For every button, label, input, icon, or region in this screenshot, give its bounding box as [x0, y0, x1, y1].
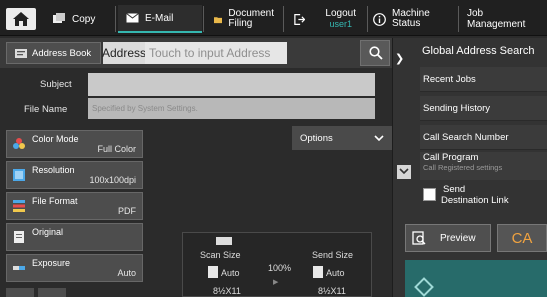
scroll-tab[interactable]: [6, 288, 34, 297]
address-book-icon: [15, 48, 27, 58]
machine-status-button[interactable]: Machine Status: [369, 5, 455, 33]
send-destination-link-label: Send Destination Link: [441, 184, 509, 206]
recent-jobs-item[interactable]: Recent Jobs: [420, 67, 547, 92]
subject-field[interactable]: [88, 73, 375, 96]
original-button[interactable]: Original: [6, 223, 143, 251]
home-icon: [13, 12, 29, 26]
send-destination-line-2: Destination Link: [441, 195, 509, 206]
send-paper-size: 8½X11: [318, 286, 346, 296]
tab-document-filing-label-2: Filing: [228, 18, 253, 29]
divider: [458, 6, 459, 32]
color-mode-label: Color Mode: [32, 134, 79, 144]
tab-email-label: E-Mail: [145, 12, 174, 24]
file-format-label: File Format: [32, 196, 78, 206]
copy-icon: [53, 13, 65, 23]
exposure-button[interactable]: Exposure Auto: [6, 254, 143, 282]
job-management-button[interactable]: Job Management: [461, 5, 547, 33]
paper-icon: [313, 266, 323, 278]
scan-size-label: Scan Size: [200, 250, 241, 260]
info-icon: [373, 12, 386, 26]
tab-email[interactable]: E-Mail: [118, 5, 202, 33]
tab-copy[interactable]: Copy: [44, 5, 114, 33]
call-search-number-item[interactable]: Call Search Number: [420, 125, 547, 150]
chevron-down-icon: [374, 134, 384, 141]
call-program-label: Call Program: [423, 152, 479, 163]
file-name-label: File Name: [24, 104, 68, 115]
arrow-right-icon: ▶: [273, 279, 279, 286]
address-book-label: Address Book: [32, 47, 92, 59]
job-management-label: Job Management: [467, 8, 526, 30]
resolution-button[interactable]: Resolution 100x100dpi: [6, 161, 143, 189]
start-button[interactable]: [405, 260, 547, 297]
file-format-button[interactable]: File Format PDF: [6, 192, 143, 220]
file-format-icon: [13, 200, 25, 212]
send-destination-link-checkbox[interactable]: [423, 188, 436, 201]
start-icon: [414, 277, 434, 297]
logout-user: user1: [329, 19, 352, 29]
expand-button[interactable]: [397, 165, 411, 179]
subject-label: Subject: [40, 79, 72, 90]
original-icon: [14, 231, 24, 243]
global-address-search[interactable]: Global Address Search: [422, 45, 535, 57]
address-label: Address: [102, 42, 146, 64]
file-format-value: PDF: [118, 206, 136, 216]
search-icon: [369, 46, 383, 60]
scroll-tab[interactable]: [38, 288, 66, 297]
resolution-icon: [13, 169, 25, 181]
chevron-right-icon[interactable]: ❯: [395, 52, 404, 65]
tab-document-filing[interactable]: Document Filing: [206, 5, 282, 33]
scan-size-value: Auto: [221, 268, 240, 278]
logout-icon: [294, 13, 306, 25]
options-label: Options: [300, 132, 333, 144]
search-button[interactable]: [360, 40, 390, 66]
exposure-icon: [13, 266, 25, 270]
tab-copy-label: Copy: [72, 13, 96, 25]
preview-icon: [412, 231, 426, 245]
logout-button[interactable]: Logout user1: [286, 5, 364, 33]
call-program-item[interactable]: Call Program Call Registered settings: [420, 152, 547, 180]
resolution-value: 100x100dpi: [89, 175, 136, 185]
folder-icon: [214, 16, 223, 23]
preview-button[interactable]: Preview: [405, 224, 491, 252]
file-name-field[interactable]: Specified by System Settings.: [88, 98, 375, 119]
call-program-sub: Call Registered settings: [423, 163, 503, 172]
ca-button[interactable]: CA: [497, 224, 547, 252]
machine-status-label-2: Status: [392, 18, 421, 29]
email-icon: [126, 13, 139, 23]
color-mode-value: Full Color: [97, 144, 136, 154]
original-label: Original: [32, 227, 64, 237]
home-button[interactable]: [6, 8, 36, 30]
exposure-label: Exposure: [32, 258, 71, 268]
scanner-icon: [216, 237, 232, 245]
scan-paper-size: 8½X11: [213, 286, 241, 296]
options-button[interactable]: Options: [292, 126, 392, 150]
address-book-button[interactable]: Address Book: [6, 42, 101, 64]
chevron-down-icon: [399, 168, 409, 175]
paper-icon: [208, 266, 218, 278]
exposure-value: Auto: [117, 268, 136, 278]
address-input[interactable]: Touch to input Address: [145, 42, 287, 64]
resolution-label: Resolution: [32, 165, 75, 175]
ratio-value: 100%: [268, 263, 292, 273]
color-mode-button[interactable]: Color Mode Full Color: [6, 130, 143, 158]
send-size-value: Auto: [326, 268, 345, 278]
divider: [115, 6, 116, 32]
divider: [203, 6, 204, 32]
divider: [367, 6, 368, 32]
logout-label: Logout: [325, 8, 356, 19]
send-destination-line-1: Send: [443, 184, 466, 195]
divider: [283, 6, 284, 32]
send-size-label: Send Size: [312, 250, 354, 260]
sending-history-item[interactable]: Sending History: [420, 96, 547, 121]
preview-label: Preview: [440, 232, 476, 244]
color-mode-icon: [13, 138, 25, 149]
